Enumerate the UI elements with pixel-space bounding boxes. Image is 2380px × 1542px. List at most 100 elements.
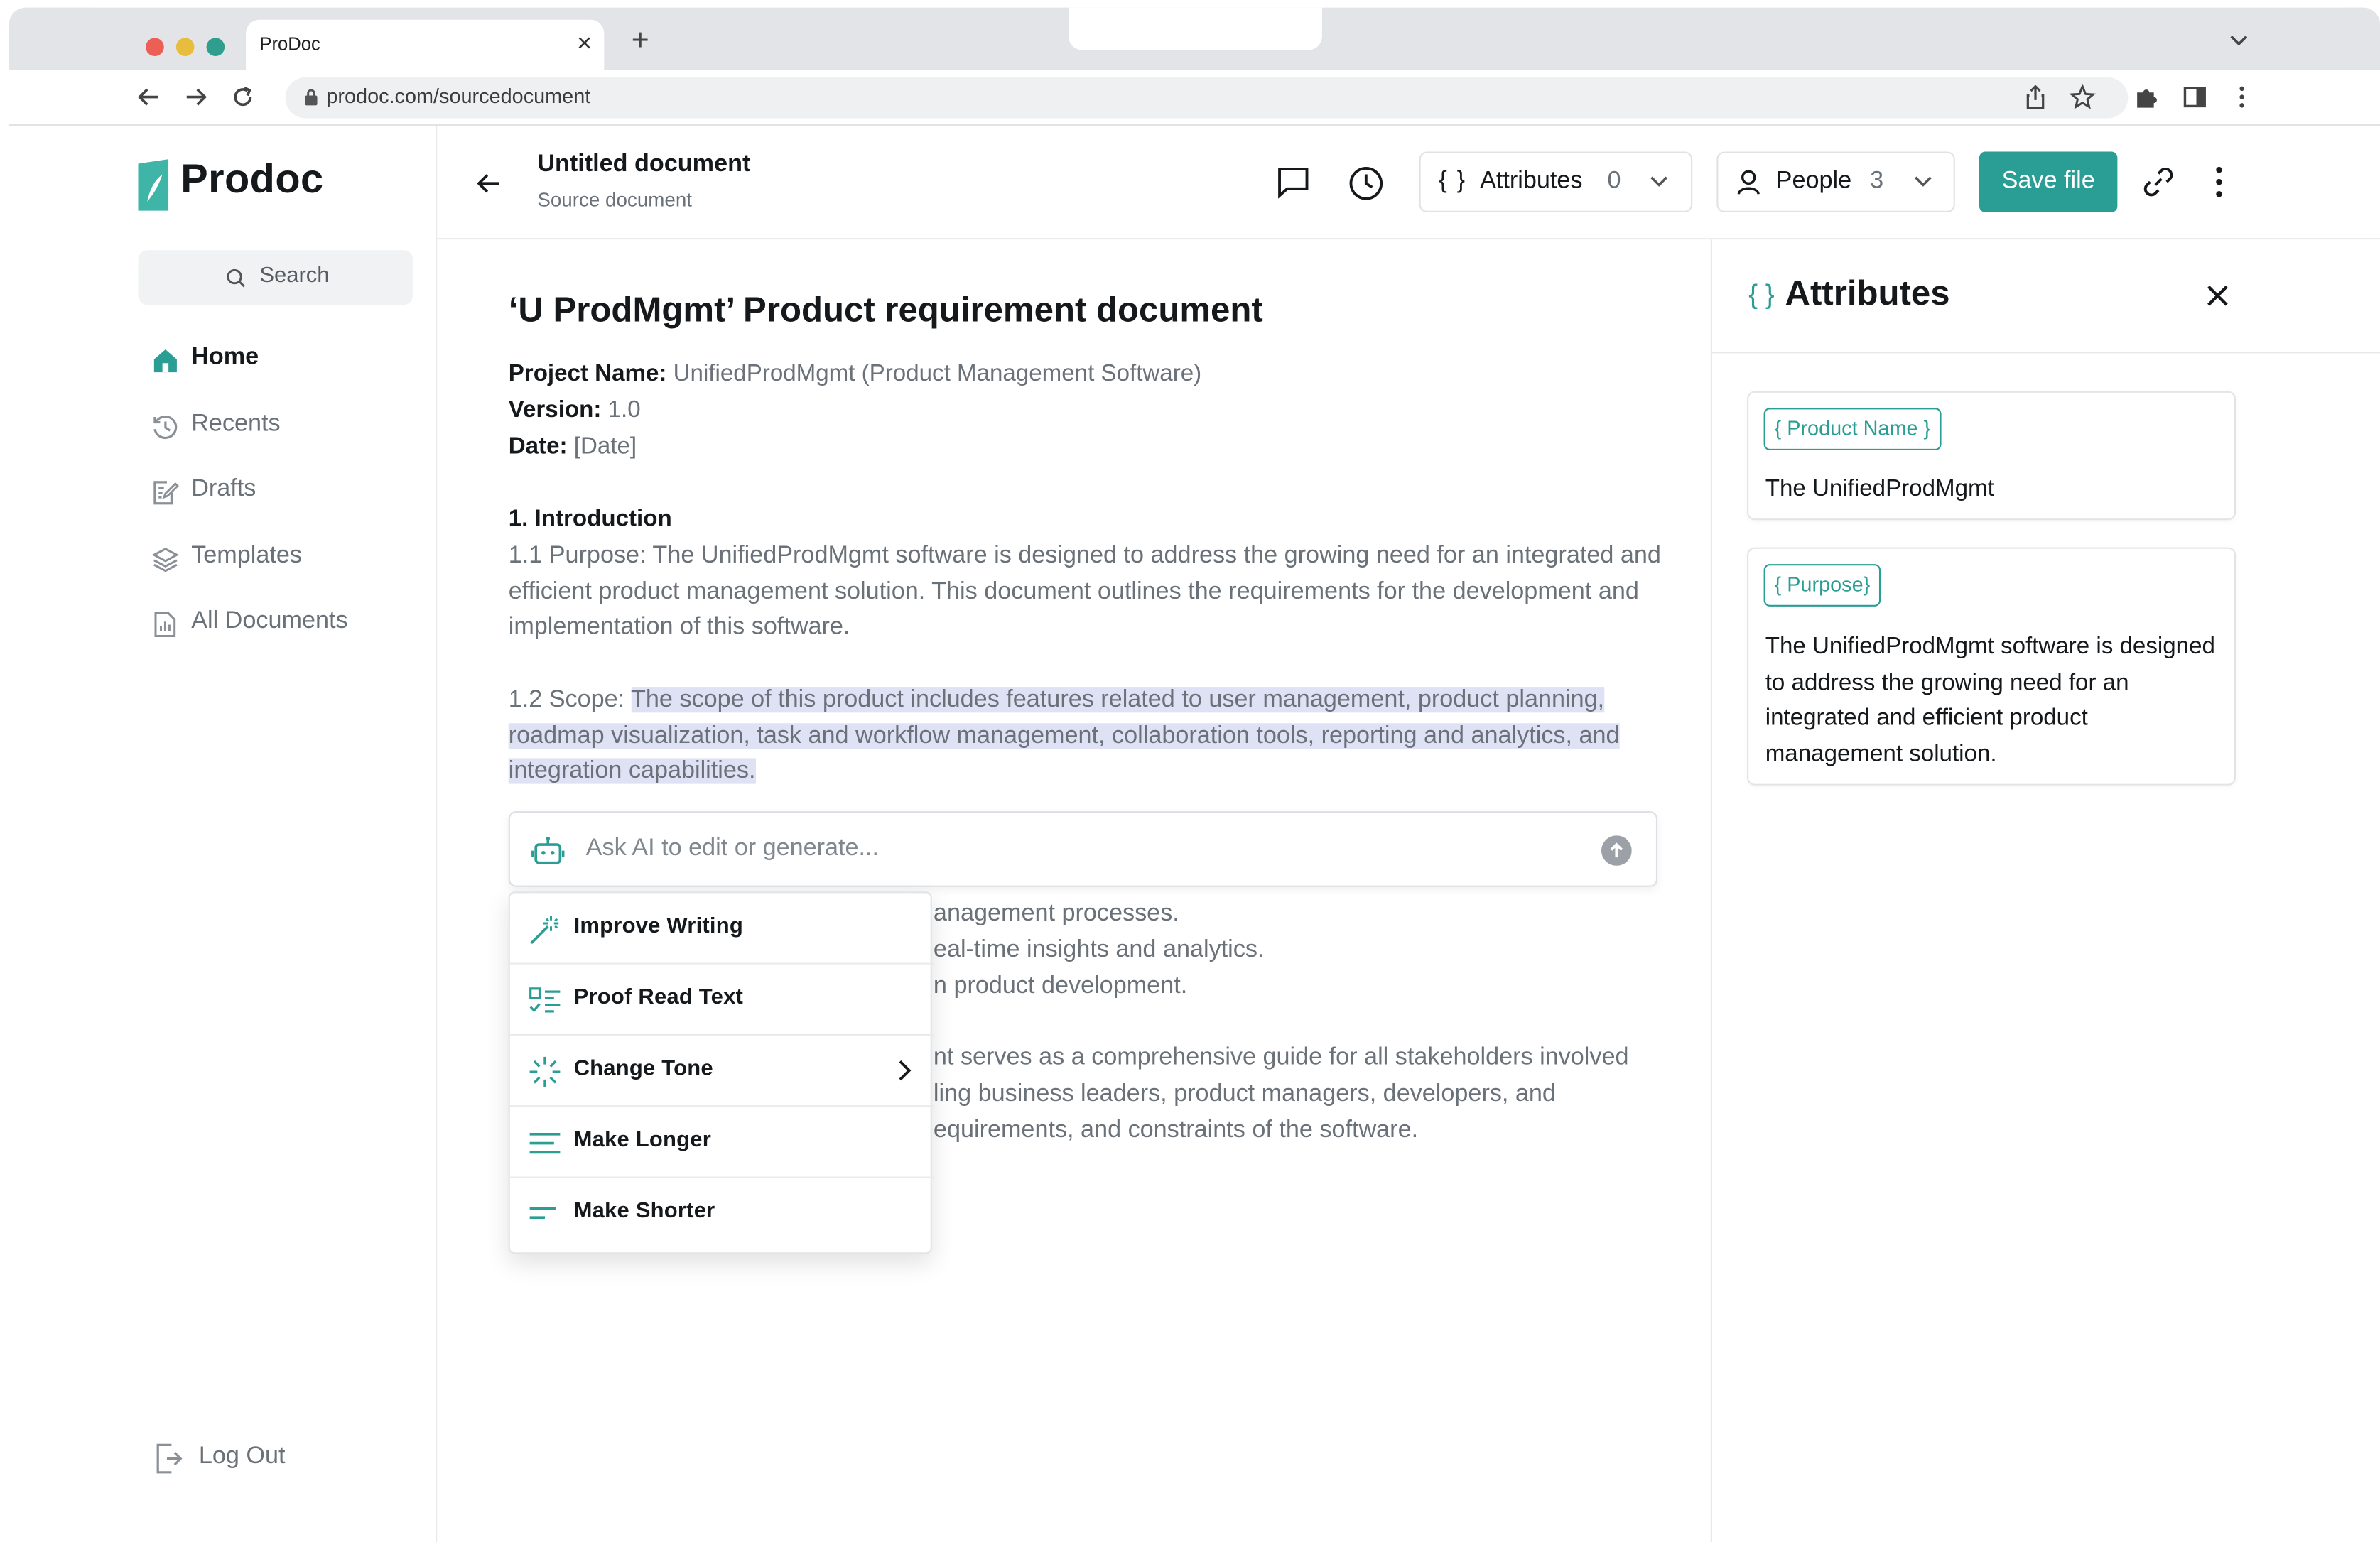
link-icon[interactable] <box>2142 165 2175 199</box>
attribute-card-product-name[interactable]: { Product Name } The UnifiedProdMgmt <box>1747 391 2236 521</box>
side-panel-icon[interactable] <box>2181 83 2208 110</box>
more-options-icon[interactable] <box>2204 165 2234 199</box>
menu-item-change-tone[interactable]: Change Tone <box>509 1036 934 1107</box>
menu-item-make-shorter[interactable]: Make Shorter <box>510 1178 934 1249</box>
menu-item-label: Make Longer <box>573 1128 712 1153</box>
chevron-down-icon <box>1913 174 1934 189</box>
attributes-panel-header: { } Attributes <box>1711 239 2380 354</box>
logout-label: Log Out <box>198 1443 286 1470</box>
menu-item-label: Make Shorter <box>573 1199 715 1224</box>
ai-actions-menu: Improve Writing Proof Read Text Change T… <box>508 891 934 1254</box>
scope-paragraph[interactable]: 1.2 Scope: The scope of this product inc… <box>508 683 1662 791</box>
introduction-heading[interactable]: 1. Introduction <box>509 506 672 533</box>
braces-icon: { } <box>1748 278 1775 310</box>
sidebar-item-all-documents[interactable]: All Documents <box>152 605 426 645</box>
reload-icon[interactable] <box>229 83 256 110</box>
attributes-dropdown[interactable]: { } Attributes 0 <box>1419 151 1693 212</box>
menu-item-improve-writing[interactable]: Improve Writing <box>509 893 934 965</box>
logout-icon <box>153 1442 184 1475</box>
menu-item-label: Change Tone <box>573 1056 713 1082</box>
history-icon <box>152 414 179 441</box>
date-label: Date: <box>508 433 568 460</box>
attributes-panel: { } Attributes { Product Name } The Unif… <box>1711 239 2380 1542</box>
close-icon[interactable] <box>2205 283 2229 308</box>
back-icon[interactable] <box>135 83 162 110</box>
partial-text-line: equirements, and constraints of the soft… <box>933 1117 1419 1144</box>
project-name-value: UnifiedProdMgmt (Product Management Soft… <box>666 361 1202 387</box>
document-title[interactable]: Untitled document <box>537 151 750 178</box>
scope-prefix: 1.2 Scope: <box>508 687 632 713</box>
attribute-tag[interactable]: { Purpose} <box>1763 564 1881 607</box>
logout-button[interactable]: Log Out <box>153 1442 286 1475</box>
maximize-window-dot[interactable] <box>206 38 225 56</box>
chevron-right-icon <box>897 1058 912 1082</box>
menu-item-proof-read[interactable]: Proof Read Text <box>509 965 934 1036</box>
braces-icon: { } <box>1439 168 1467 195</box>
browser-tab[interactable]: ProDoc × <box>246 19 605 70</box>
sidebar: Prodoc Search Home Recents Drafts Templa… <box>9 126 438 1542</box>
document-header: Untitled document Source document { } At… <box>437 126 2380 240</box>
partial-text-line: nt serves as a comprehensive guide for a… <box>933 1044 1629 1071</box>
browser-menu-icon[interactable] <box>2228 83 2255 110</box>
tab-title: ProDoc <box>259 33 320 55</box>
send-icon[interactable] <box>1601 835 1632 866</box>
home-icon <box>152 347 179 374</box>
menu-item-make-longer[interactable]: Make Longer <box>509 1107 934 1178</box>
tab-list-chevron-icon[interactable] <box>2228 33 2249 48</box>
lock-icon <box>303 88 318 107</box>
date-line[interactable]: Date: [Date] <box>509 434 637 461</box>
purpose-paragraph[interactable]: 1.1 Purpose: The UnifiedProdMgmt softwar… <box>509 538 1662 646</box>
lines-long-icon <box>528 1126 561 1160</box>
window-notch <box>1069 7 1322 50</box>
sidebar-item-drafts[interactable]: Drafts <box>152 473 426 513</box>
document-editor[interactable]: ‘U ProdMgmt’ Product requirement documen… <box>437 239 1712 1542</box>
forward-icon[interactable] <box>182 83 209 110</box>
documents-icon <box>152 611 179 638</box>
new-tab-icon[interactable]: + <box>632 23 649 59</box>
partial-text-line: n product development. <box>933 973 1188 999</box>
extensions-icon[interactable] <box>2133 83 2160 110</box>
sidebar-item-label: Recents <box>191 411 281 437</box>
attribute-card-purpose[interactable]: { Purpose} The UnifiedProdMgmt software … <box>1747 547 2236 786</box>
sidebar-item-label: Home <box>191 344 259 370</box>
selected-scope-text[interactable]: The scope of this product includes featu… <box>508 687 1620 785</box>
save-file-button[interactable]: Save file <box>1979 151 2118 212</box>
version-line[interactable]: Version: 1.0 <box>509 397 641 424</box>
robot-icon <box>531 835 565 866</box>
url-field[interactable]: prodoc.com/sourcedocument <box>285 77 2129 119</box>
brand-name: Prodoc <box>180 156 324 202</box>
search-icon <box>226 268 246 288</box>
ai-prompt-bar[interactable]: Ask AI to edit or generate... <box>508 811 1658 887</box>
project-name-line[interactable]: Project Name: UnifiedProdMgmt (Product M… <box>509 361 1202 388</box>
close-window-dot[interactable] <box>146 38 164 56</box>
sidebar-item-recents[interactable]: Recents <box>152 408 426 447</box>
sidebar-item-templates[interactable]: Templates <box>151 540 426 580</box>
document-subtitle: Source document <box>537 188 693 211</box>
attributes-count: 0 <box>1607 168 1621 195</box>
checklist-icon <box>528 984 561 1017</box>
magic-wand-icon <box>528 913 561 946</box>
comment-icon[interactable] <box>1277 165 1310 199</box>
people-dropdown[interactable]: People 3 <box>1716 151 1955 212</box>
partial-text-line: eal-time insights and analytics. <box>933 937 1265 963</box>
lines-short-icon <box>528 1198 561 1231</box>
address-bar-row: prodoc.com/sourcedocument <box>9 70 2380 126</box>
version-label: Version: <box>508 397 602 423</box>
attribute-tag[interactable]: { Product Name } <box>1763 408 1942 451</box>
partial-text-line: anagement processes. <box>933 901 1179 927</box>
history-clock-icon[interactable] <box>1348 165 1384 202</box>
chevron-down-icon <box>1648 174 1670 189</box>
share-icon[interactable] <box>2022 83 2049 110</box>
date-value: [Date] <box>567 433 637 460</box>
ai-prompt-input[interactable]: Ask AI to edit or generate... <box>586 835 879 862</box>
minimize-window-dot[interactable] <box>175 38 195 56</box>
bookmark-star-icon[interactable] <box>2069 83 2097 110</box>
browser-chrome: ProDoc × + prodoc.com/sourcedocument <box>0 0 2380 126</box>
back-arrow-icon[interactable] <box>475 170 502 197</box>
attribute-value: The UnifiedProdMgmt <box>1765 476 1994 502</box>
document-heading[interactable]: ‘U ProdMgmt’ Product requirement documen… <box>509 290 1263 331</box>
search-button[interactable]: Search <box>138 250 413 305</box>
attributes-label: Attributes <box>1480 168 1583 195</box>
sidebar-item-home[interactable]: Home <box>152 341 426 381</box>
close-tab-icon[interactable]: × <box>577 29 592 60</box>
